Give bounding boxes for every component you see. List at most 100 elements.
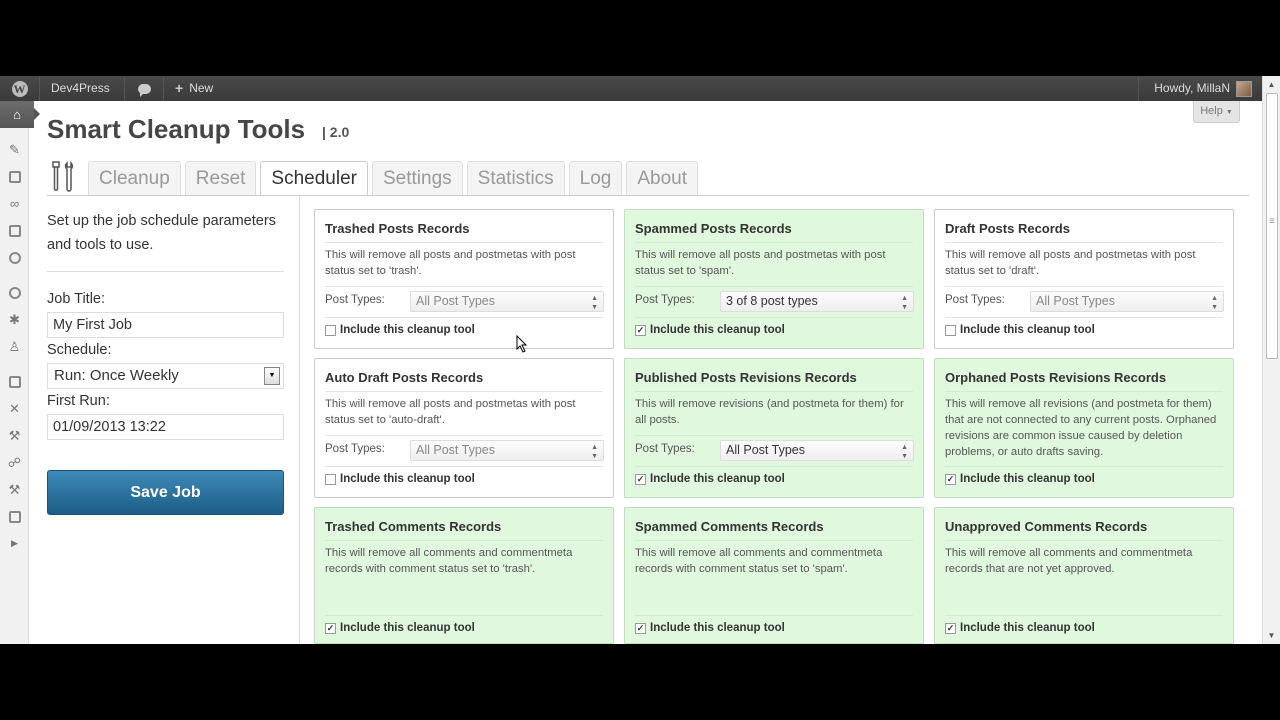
- job-title-input[interactable]: [47, 312, 284, 338]
- include-checkbox[interactable]: [325, 324, 336, 336]
- include-label: Include this cleanup tool: [650, 622, 785, 634]
- page-icon: [8, 224, 21, 237]
- post-types-value: All Post Types: [726, 443, 805, 457]
- plugin-tabs: Cleanup Reset Scheduler Settings Statistics L…: [88, 161, 702, 196]
- tool-description: This will remove all comments and commen…: [325, 547, 573, 575]
- tab-log[interactable]: Log: [568, 161, 623, 195]
- title-divider: [945, 242, 1223, 243]
- gauge-icon: [8, 510, 21, 523]
- post-types-label: Post Types:: [945, 294, 1005, 306]
- tab-scheduler[interactable]: Scheduler: [260, 161, 368, 196]
- tab-settings[interactable]: Settings: [371, 161, 463, 195]
- include-checkbox[interactable]: ✓: [945, 622, 956, 634]
- post-types-select[interactable]: 3 of 8 post types ▲ ▼: [720, 291, 914, 312]
- post-types-select[interactable]: All Post Types ▲ ▼: [410, 440, 604, 461]
- post-types-value: All Post Types: [416, 294, 495, 308]
- include-label: Include this cleanup tool: [340, 473, 475, 485]
- include-checkbox[interactable]: [945, 324, 956, 336]
- menu-plugin-x[interactable]: ✕: [0, 395, 29, 422]
- tool-description: This will remove all posts and postmetas…: [945, 249, 1196, 277]
- menu-appearance[interactable]: [0, 279, 29, 306]
- post-types-label: Post Types:: [635, 443, 695, 455]
- post-types-select[interactable]: All Post Types ▲ ▼: [720, 440, 914, 461]
- desc-divider: [945, 286, 1223, 287]
- include-label: Include this cleanup tool: [960, 324, 1095, 336]
- help-tab-button[interactable]: Help ▼: [1193, 101, 1240, 123]
- include-checkbox[interactable]: ✓: [635, 622, 646, 634]
- site-name-link[interactable]: Dev4Press: [41, 76, 125, 101]
- include-checkbox[interactable]: ✓: [635, 324, 646, 336]
- save-job-button[interactable]: Save Job: [47, 470, 284, 515]
- scroll-down-icon[interactable]: ▼: [1263, 627, 1280, 644]
- tool-description: This will remove revisions (and postmeta…: [635, 398, 904, 426]
- include-tool-checkbox-row[interactable]: ✓ Include this cleanup tool: [635, 622, 785, 634]
- menu-plugin-other[interactable]: [0, 503, 29, 530]
- include-tool-checkbox-row[interactable]: Include this cleanup tool: [945, 324, 1095, 336]
- menu-comments[interactable]: [0, 244, 29, 271]
- page-title: Smart Cleanup Tools: [47, 114, 306, 144]
- collapse-icon: ▶: [11, 538, 18, 548]
- post-types-select[interactable]: All Post Types ▲ ▼: [410, 291, 604, 312]
- include-tool-checkbox-row[interactable]: ✓ Include this cleanup tool: [635, 473, 785, 485]
- menu-tools[interactable]: [0, 368, 29, 395]
- scrollbar-thumb[interactable]: [1266, 93, 1278, 359]
- include-tool-checkbox-row[interactable]: ✓ Include this cleanup tool: [945, 473, 1095, 485]
- page-scrollbar[interactable]: ▲ ▼: [1262, 76, 1280, 644]
- include-checkbox[interactable]: [325, 473, 336, 485]
- scroll-up-icon[interactable]: ▲: [1263, 76, 1280, 93]
- include-label: Include this cleanup tool: [340, 622, 475, 634]
- cleanup-tool-card: Auto Draft Posts Records This will remove…: [314, 358, 614, 498]
- comments-link[interactable]: [126, 76, 164, 101]
- cleanup-tool-card: Spammed Posts Records This will remove al…: [624, 209, 924, 349]
- schedule-label: Schedule:: [47, 342, 112, 358]
- title-divider: [635, 540, 913, 541]
- tab-statistics[interactable]: Statistics: [466, 161, 565, 195]
- title-divider: [325, 391, 603, 392]
- title-divider: [945, 540, 1223, 541]
- include-tool-checkbox-row[interactable]: Include this cleanup tool: [325, 473, 475, 485]
- include-divider: [325, 615, 603, 616]
- first-run-input[interactable]: [47, 414, 284, 440]
- include-label: Include this cleanup tool: [960, 473, 1095, 485]
- new-content-menu[interactable]: + New: [165, 76, 235, 101]
- tab-cleanup[interactable]: Cleanup: [88, 161, 181, 195]
- menu-plugin-users[interactable]: ☍: [0, 449, 29, 476]
- menu-settings[interactable]: ⚒: [0, 422, 29, 449]
- cleanup-tool-card: Spammed Comments Records This will remove…: [624, 507, 924, 644]
- plugin-icon: ✱: [9, 311, 20, 327]
- wordpress-logo-menu[interactable]: W: [0, 76, 40, 101]
- menu-cleanup-tools[interactable]: ⚒: [0, 476, 29, 503]
- title-divider: [325, 242, 603, 243]
- tool-description: This will remove all revisions (and post…: [945, 398, 1217, 458]
- tab-about[interactable]: About: [626, 161, 699, 195]
- howdy-label: Howdy, MillaN: [1154, 81, 1230, 95]
- include-tool-checkbox-row[interactable]: ✓ Include this cleanup tool: [635, 324, 785, 336]
- schedule-select[interactable]: Run: Once Weekly ▼: [47, 363, 284, 389]
- plugin-version: | 2.0: [322, 124, 350, 140]
- menu-plugins[interactable]: ✱: [0, 306, 29, 333]
- menu-dashboard[interactable]: ⌂: [0, 101, 40, 128]
- menu-links[interactable]: ∞: [0, 190, 29, 217]
- include-checkbox[interactable]: ✓: [325, 622, 336, 634]
- include-checkbox[interactable]: ✓: [945, 473, 956, 485]
- menu-media[interactable]: [0, 163, 29, 190]
- include-tool-checkbox-row[interactable]: ✓ Include this cleanup tool: [325, 622, 475, 634]
- menu-pages[interactable]: [0, 217, 29, 244]
- include-tool-checkbox-row[interactable]: ✓ Include this cleanup tool: [945, 622, 1095, 634]
- menu-posts[interactable]: ✎: [0, 136, 29, 163]
- include-divider: [635, 317, 913, 318]
- menu-users[interactable]: ♙: [0, 333, 29, 360]
- cleanup-tool-card: Orphaned Posts Revisions Records This wil…: [934, 358, 1234, 498]
- tab-reset[interactable]: Reset: [184, 161, 257, 195]
- include-label: Include this cleanup tool: [960, 622, 1095, 634]
- plus-icon: +: [175, 80, 184, 96]
- column-divider: [299, 196, 300, 644]
- include-tool-checkbox-row[interactable]: Include this cleanup tool: [325, 324, 475, 336]
- collapse-menu[interactable]: ▶: [0, 530, 29, 557]
- include-checkbox[interactable]: ✓: [635, 473, 646, 485]
- post-types-select[interactable]: All Post Types ▲ ▼: [1030, 291, 1224, 312]
- tool-title: Draft Posts Records: [945, 221, 1070, 236]
- my-account-menu[interactable]: Howdy, MillaN: [1138, 76, 1262, 101]
- tools-icon: [52, 161, 74, 192]
- tool-title: Spammed Comments Records: [635, 519, 824, 534]
